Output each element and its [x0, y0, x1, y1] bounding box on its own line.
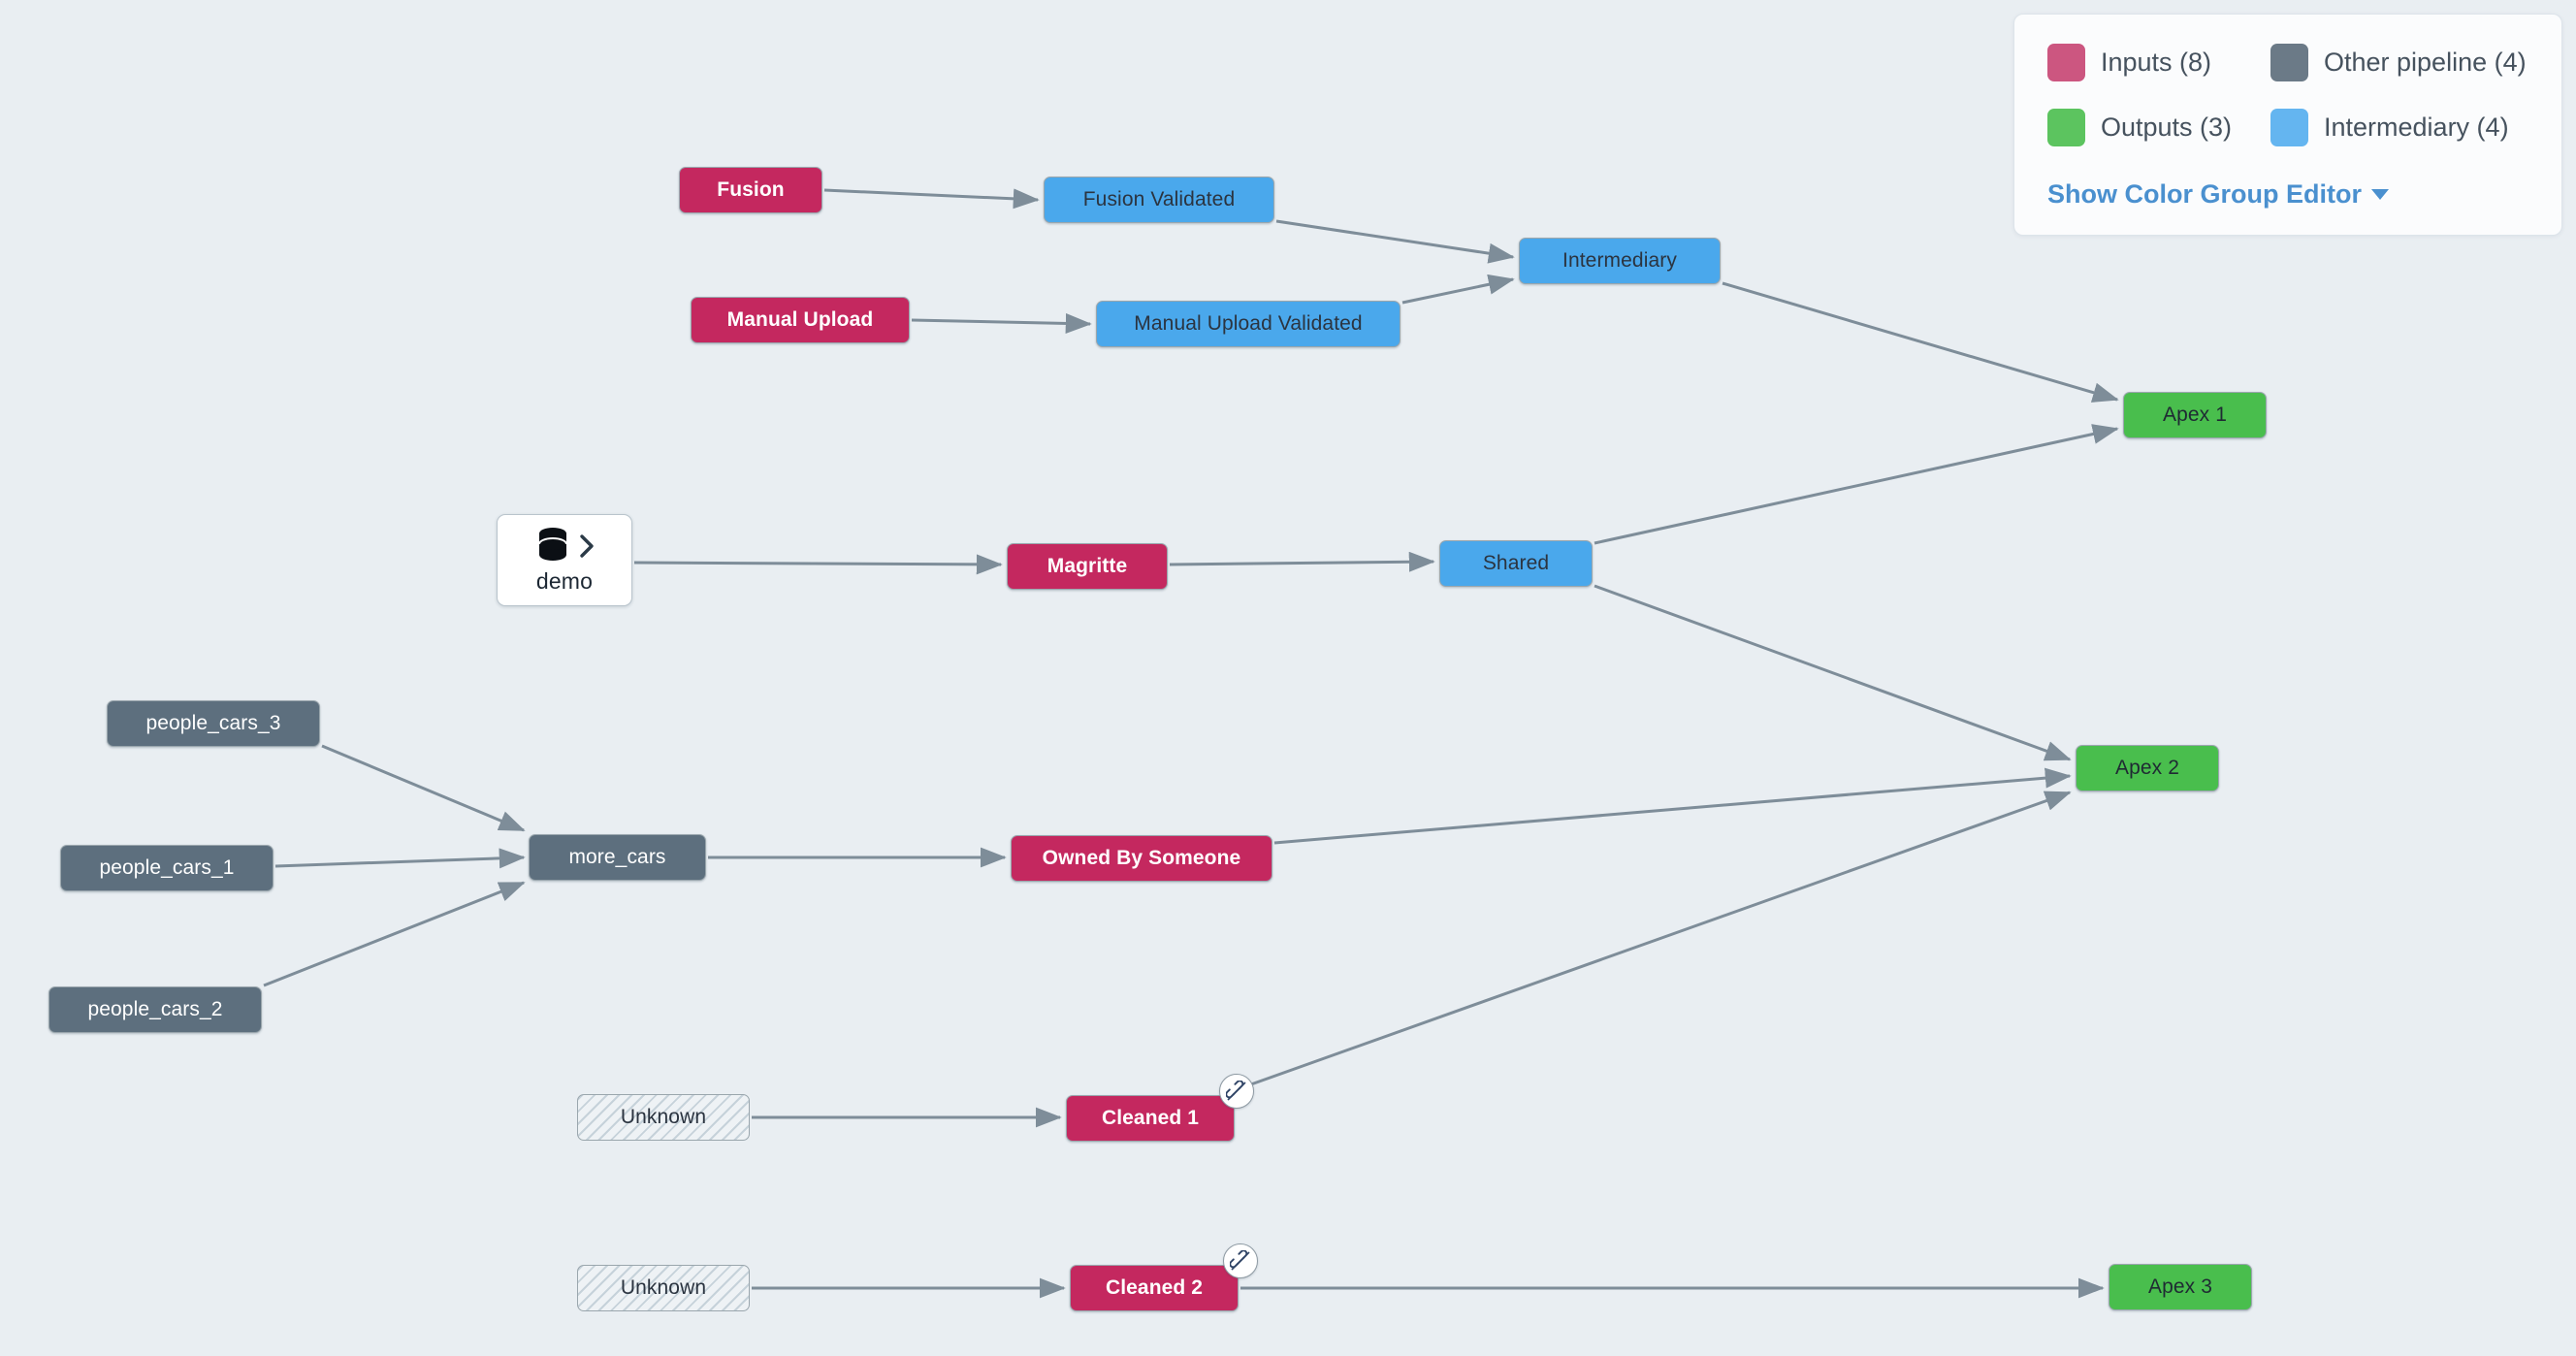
node-label: Apex 2 [2115, 757, 2179, 779]
node-people_cars_3[interactable]: people_cars_3 [107, 700, 320, 747]
node-shared[interactable]: Shared [1439, 540, 1593, 587]
node-label: Shared [1482, 552, 1550, 574]
node-unknown2[interactable]: Unknown [577, 1265, 750, 1311]
show-color-group-editor-link[interactable]: Show Color Group Editor [2047, 179, 2389, 210]
edge-magritte-to-shared [1169, 551, 1435, 572]
legend-label-other: Other pipeline (4) [2324, 48, 2527, 77]
node-people_cars_2[interactable]: people_cars_2 [48, 986, 262, 1033]
node-cleaned2[interactable]: Cleaned 2 [1070, 1265, 1239, 1311]
node-unknown1[interactable]: Unknown [577, 1094, 750, 1141]
node-label: Intermediary [1562, 249, 1677, 272]
node-owned_by_someone[interactable]: Owned By Someone [1011, 835, 1272, 882]
node-label: more_cars [568, 846, 666, 868]
node-more_cars[interactable]: more_cars [529, 834, 706, 881]
database-node-row [533, 526, 596, 566]
legend-label-intermediary: Intermediary (4) [2324, 113, 2509, 142]
unlink-badge-cleaned2[interactable] [1223, 1243, 1258, 1278]
show-color-group-editor-label: Show Color Group Editor [2047, 179, 2362, 209]
node-label: Owned By Someone [1042, 847, 1241, 869]
color-legend-panel: Inputs (8) Other pipeline (4) Outputs (3) I… [2013, 14, 2562, 236]
edge-fusion_validated-to-intermediary [1275, 219, 1515, 264]
node-label: Magritte [1046, 555, 1128, 577]
legend-item-intermediary[interactable]: Intermediary (4) [2270, 109, 2528, 146]
node-label: people_cars_3 [145, 712, 281, 734]
chevron-right-icon[interactable] [578, 533, 596, 560]
unlink-badge-cleaned1[interactable] [1219, 1074, 1254, 1109]
edge-shared-to-apex1 [1594, 424, 2119, 545]
legend-swatch-intermediary[interactable] [2270, 109, 2308, 146]
node-label: people_cars_2 [87, 998, 223, 1020]
legend-swatch-other[interactable] [2270, 44, 2308, 81]
node-fusion[interactable]: Fusion [679, 167, 822, 213]
database-node-demo[interactable]: demo [497, 514, 632, 606]
legend-item-output[interactable]: Outputs (3) [2047, 109, 2263, 146]
node-label: Unknown [620, 1106, 707, 1128]
node-people_cars_1[interactable]: people_cars_1 [60, 845, 274, 891]
node-label: Fusion Validated [1082, 188, 1236, 210]
unlink-icon [1226, 1081, 1246, 1101]
edge-cleaned1-to-apex2 [1234, 791, 2072, 1092]
node-fusion_validated[interactable]: Fusion Validated [1044, 177, 1274, 223]
legend-item-input[interactable]: Inputs (8) [2047, 44, 2263, 81]
edge-people_cars_1-to-more_cars [274, 848, 526, 869]
node-label: Unknown [620, 1276, 707, 1299]
edge-owned_by_someone-to-apex2 [1273, 767, 2072, 845]
edge-people_cars_2-to-more_cars [263, 881, 526, 987]
database-node-label: demo [535, 568, 594, 594]
node-apex3[interactable]: Apex 3 [2109, 1264, 2252, 1310]
edge-manual_upload-to-manual_upload_validated [911, 312, 1092, 334]
legend-item-other[interactable]: Other pipeline (4) [2270, 44, 2528, 81]
node-label: Manual Upload [726, 308, 874, 331]
legend-label-output: Outputs (3) [2101, 113, 2233, 142]
node-label: Apex 1 [2163, 404, 2227, 426]
edge-manual_upload_validated-to-intermediary [1401, 274, 1515, 305]
database-icon [538, 528, 567, 561]
legend-swatch-input[interactable] [2047, 44, 2085, 81]
lineage-canvas[interactable]: Fusion Fusion Validated Manual Upload Manua… [0, 0, 2576, 1356]
node-label: Fusion [717, 178, 785, 201]
node-manual_upload_validated[interactable]: Manual Upload Validated [1096, 301, 1401, 347]
edge-demo-to-magritte [633, 554, 1003, 575]
node-label: Cleaned 1 [1101, 1107, 1200, 1129]
node-cleaned1[interactable]: Cleaned 1 [1066, 1095, 1235, 1142]
node-intermediary[interactable]: Intermediary [1519, 238, 1721, 284]
legend-swatch-output[interactable] [2047, 109, 2085, 146]
node-manual_upload[interactable]: Manual Upload [691, 297, 910, 343]
node-apex1[interactable]: Apex 1 [2123, 392, 2267, 438]
chevron-down-icon [2370, 189, 2389, 200]
edge-intermediary-to-apex1 [1722, 281, 2119, 403]
legend-label-input: Inputs (8) [2101, 48, 2212, 77]
node-label: Apex 3 [2148, 1275, 2212, 1298]
legend-items-grid: Inputs (8) Other pipeline (4) Outputs (3) I… [2047, 44, 2528, 146]
node-label: Manual Upload Validated [1134, 312, 1363, 335]
edge-people_cars_3-to-more_cars [321, 744, 526, 832]
node-label: Cleaned 2 [1105, 1276, 1204, 1299]
edge-shared-to-apex2 [1594, 584, 2072, 761]
unlink-icon [1230, 1250, 1250, 1271]
node-apex2[interactable]: Apex 2 [2076, 745, 2219, 791]
node-label: people_cars_1 [99, 856, 235, 879]
edge-fusion-to-fusion_validated [823, 188, 1040, 210]
node-magritte[interactable]: Magritte [1007, 543, 1168, 590]
